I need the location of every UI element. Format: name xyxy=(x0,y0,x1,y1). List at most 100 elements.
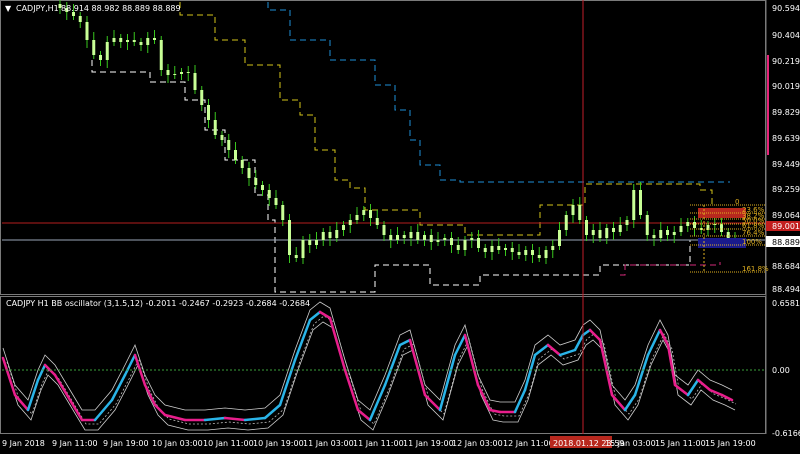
marker-price-label: 89.001 xyxy=(772,222,800,231)
candle-body xyxy=(578,205,582,220)
osc-main-segment xyxy=(581,328,592,337)
candle-body xyxy=(213,120,217,135)
candle-body xyxy=(402,235,406,238)
envelope-lines xyxy=(91,2,730,293)
candle-body xyxy=(234,150,237,160)
candle-body xyxy=(355,215,359,220)
candle-body xyxy=(726,232,730,238)
time-label: 9 Jan 2018 xyxy=(2,439,45,448)
candle-body xyxy=(227,140,231,150)
candle-body xyxy=(132,40,136,42)
time-label: 9 Jan 11:00 xyxy=(52,439,98,448)
candle-body xyxy=(375,218,379,225)
price-label: 89.259 xyxy=(772,185,800,194)
candle-body xyxy=(396,235,399,240)
candlestick-series xyxy=(58,0,737,264)
osc-main-segment xyxy=(546,343,562,357)
time-label: 15 Jan 03:00 xyxy=(605,439,656,448)
price-label: 88.684 xyxy=(772,262,800,271)
candle-body xyxy=(207,105,210,120)
osc-main-segment xyxy=(513,388,527,414)
envelope-upper-line xyxy=(267,2,730,183)
candle-body xyxy=(524,250,528,255)
candle-body xyxy=(625,220,629,225)
candle-body xyxy=(666,230,669,235)
fib-level-label: 100% xyxy=(742,238,762,246)
candle-body xyxy=(328,232,332,238)
candle-body xyxy=(369,210,372,218)
candle-body xyxy=(463,240,467,250)
candle-body xyxy=(564,215,568,230)
candle-body xyxy=(612,228,615,232)
candle-body xyxy=(274,198,278,205)
candle-body xyxy=(409,232,413,238)
candle-body xyxy=(281,205,285,220)
candle-body xyxy=(105,42,109,60)
candle-body xyxy=(470,238,474,240)
candle-body xyxy=(686,222,690,226)
price-label: 89.639 xyxy=(772,134,800,143)
candle-body xyxy=(591,230,595,235)
price-label: 89.449 xyxy=(772,160,800,169)
main-ohlc: 88.914 88.982 88.889 88.889 xyxy=(61,4,181,13)
osc-main-segment xyxy=(408,338,427,397)
time-label: 10 Jan 11:00 xyxy=(203,439,254,448)
candle-body xyxy=(220,135,224,140)
candle-body xyxy=(652,235,656,238)
candle-body xyxy=(679,226,683,232)
candle-body xyxy=(618,225,622,232)
scroll-indicator[interactable] xyxy=(767,55,769,155)
candle-body xyxy=(389,235,393,240)
candle-body xyxy=(416,232,420,240)
candle-body xyxy=(159,40,163,70)
osc-upper-band xyxy=(2,301,733,411)
osc-main-segment xyxy=(720,393,734,402)
fib-level-label: 0 xyxy=(735,198,739,206)
osc-main-segment xyxy=(383,343,402,387)
price-label: 89.064 xyxy=(772,211,800,220)
candle-body xyxy=(240,160,244,168)
chart-window[interactable]: 023.6%38.2%50.0%61.8%76.4%100%161.8% ▼ C… xyxy=(0,0,800,454)
main-panel-frame xyxy=(0,0,766,295)
candle-body xyxy=(267,190,271,198)
candle-body xyxy=(436,240,440,242)
osc-main-segment xyxy=(598,338,614,397)
osc-main-segment xyxy=(153,403,167,417)
osc-main-segment xyxy=(328,316,347,372)
candle-body xyxy=(85,22,89,40)
candle-body xyxy=(348,220,352,225)
candle-body xyxy=(456,245,460,250)
osc-main-segment xyxy=(356,408,372,422)
candle-body xyxy=(510,248,514,252)
envelope-mid-line xyxy=(179,2,713,236)
time-label: 11 Jan 03:00 xyxy=(303,439,354,448)
candle-body xyxy=(99,55,102,60)
osc-main-segment xyxy=(243,416,267,422)
osc-main-segment xyxy=(53,373,72,402)
time-label: 9 Jan 19:00 xyxy=(103,439,149,448)
osc-main-segment xyxy=(476,383,492,412)
price-label: 90.404 xyxy=(772,31,800,40)
osc-main-segment xyxy=(1,356,17,397)
menu-triangle-icon[interactable]: ▼ xyxy=(5,4,12,13)
candle-body xyxy=(551,246,555,250)
candle-body xyxy=(126,40,129,42)
candle-body xyxy=(200,90,204,105)
candle-body xyxy=(639,190,642,215)
main-title: CADJPY,H1 xyxy=(16,4,59,13)
osc-main-segment xyxy=(308,310,322,322)
bb-oscillator-series xyxy=(1,301,737,431)
candle-body xyxy=(571,205,575,215)
candle-body xyxy=(645,215,649,235)
candle-body xyxy=(450,238,453,245)
osc-main-segment xyxy=(343,368,360,412)
osc-main-segment xyxy=(203,416,227,422)
candle-body xyxy=(112,38,116,42)
candle-body xyxy=(119,38,123,42)
candle-body xyxy=(153,38,156,40)
candle-body xyxy=(321,232,325,240)
time-label: 15 Jan 11:00 xyxy=(655,439,706,448)
osc-main-segment xyxy=(666,343,677,387)
osc-main-segment xyxy=(143,383,157,407)
candle-body xyxy=(693,222,696,228)
